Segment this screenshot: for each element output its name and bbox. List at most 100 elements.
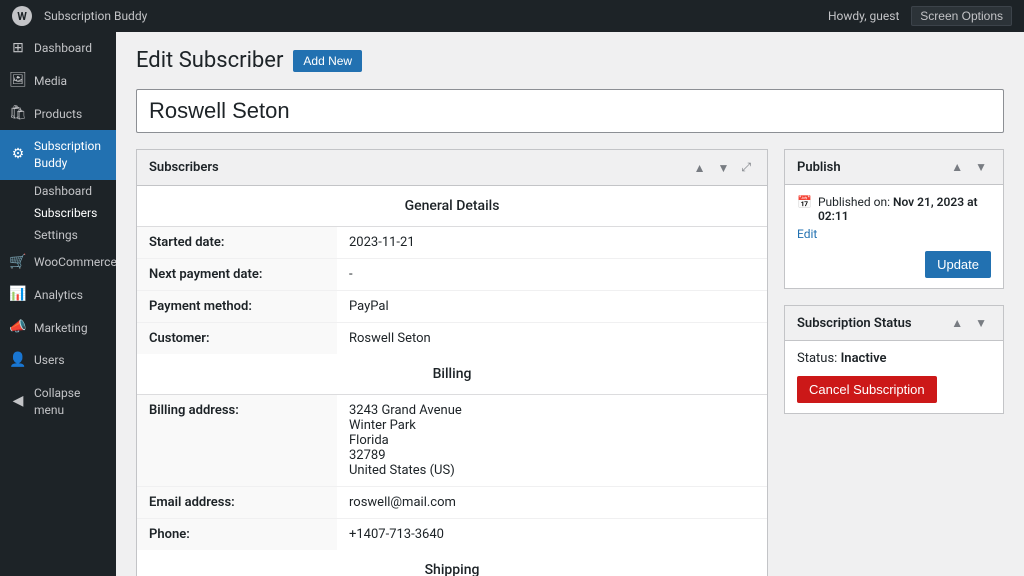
- field-label: Payment method:: [137, 291, 337, 323]
- table-row: Billing address: 3243 Grand AvenueWinter…: [137, 395, 767, 487]
- metabox-body: General Details Started date: 2023-11-21…: [137, 186, 767, 576]
- billing-table: Billing address: 3243 Grand AvenueWinter…: [137, 395, 767, 550]
- sidebar-label-collapse: Collapse menu: [34, 385, 106, 419]
- sidebar-sub-subscribers[interactable]: Subscribers: [0, 202, 116, 224]
- sidebar-label-subscription-buddy: Subscription Buddy: [34, 138, 106, 172]
- content-main: Subscribers ▲ ▼ ⤢ General Details Starte…: [136, 149, 768, 576]
- subscription-status-box: Subscription Status ▲ ▼ Status: Inactive…: [784, 305, 1004, 414]
- sidebar-item-users[interactable]: 👤 Users: [0, 344, 116, 377]
- sidebar-label-woocommerce: WooCommerce: [34, 254, 116, 271]
- sidebar-item-collapse[interactable]: ◀ Collapse menu: [0, 377, 116, 427]
- screen-options-button[interactable]: Screen Options: [911, 6, 1012, 26]
- sidebar-label-dashboard: Dashboard: [34, 40, 92, 57]
- metabox-up-button[interactable]: ▲: [690, 158, 710, 177]
- sidebar-item-media[interactable]: 🖼 Media: [0, 65, 116, 98]
- publish-box: Publish ▲ ▼ 📅 Published on: Nov 21, 2023…: [784, 149, 1004, 289]
- field-value: roswell@mail.com: [337, 487, 767, 519]
- sidebar-item-products[interactable]: 🛍 Products: [0, 98, 116, 131]
- subscription-buddy-icon: ⚙: [10, 147, 26, 163]
- subscriber-name-input[interactable]: [136, 89, 1004, 133]
- main-content: Edit Subscriber Add New Subscribers ▲ ▼ …: [116, 32, 1024, 576]
- table-row: Phone: +1407-713-3640: [137, 519, 767, 551]
- table-row: Email address: roswell@mail.com: [137, 487, 767, 519]
- collapse-icon: ◀: [10, 394, 26, 410]
- sidebar-label-products: Products: [34, 106, 82, 123]
- billing-header: Billing: [137, 354, 767, 395]
- analytics-icon: 📊: [10, 287, 26, 303]
- calendar-icon: 📅: [797, 195, 812, 209]
- update-button[interactable]: Update: [925, 251, 991, 278]
- edit-link[interactable]: Edit: [797, 227, 991, 241]
- status-text: Status: Inactive: [797, 351, 991, 366]
- status-label: Status:: [797, 351, 837, 366]
- general-details-header: General Details: [137, 186, 767, 227]
- woocommerce-icon: 🛒: [10, 254, 26, 270]
- field-label: Email address:: [137, 487, 337, 519]
- metabox-controls: ▲ ▼ ⤢: [690, 158, 755, 177]
- sidebar-item-marketing[interactable]: 📣 Marketing: [0, 312, 116, 345]
- status-up-button[interactable]: ▲: [947, 314, 967, 332]
- table-row: Payment method: PayPal: [137, 291, 767, 323]
- users-icon: 👤: [10, 353, 26, 369]
- page-title: Edit Subscriber: [136, 48, 283, 73]
- field-label: Phone:: [137, 519, 337, 551]
- content-grid: Subscribers ▲ ▼ ⤢ General Details Starte…: [136, 149, 1004, 576]
- status-title: Subscription Status: [797, 316, 912, 331]
- publish-title: Publish: [797, 160, 841, 175]
- published-text: Published on: Nov 21, 2023 at 02:11: [818, 195, 991, 223]
- publish-info: 📅 Published on: Nov 21, 2023 at 02:11: [797, 195, 991, 223]
- wp-logo-icon: W: [12, 6, 32, 26]
- metabox-title: Subscribers: [149, 160, 219, 175]
- field-value: +1407-713-3640: [337, 519, 767, 551]
- page-header: Edit Subscriber Add New: [136, 48, 1004, 73]
- sidebar-item-dashboard[interactable]: ⊞ Dashboard: [0, 32, 116, 65]
- status-down-button[interactable]: ▼: [971, 314, 991, 332]
- general-details-table: Started date: 2023-11-21 Next payment da…: [137, 227, 767, 354]
- field-value: 3243 Grand AvenueWinter ParkFlorida32789…: [337, 395, 767, 487]
- dashboard-icon: ⊞: [10, 40, 26, 56]
- field-value: PayPal: [337, 291, 767, 323]
- sidebar-sub-dashboard[interactable]: Dashboard: [0, 180, 116, 202]
- metabox-header: Subscribers ▲ ▼ ⤢: [137, 150, 767, 186]
- table-row: Started date: 2023-11-21: [137, 227, 767, 259]
- table-row: Next payment date: -: [137, 259, 767, 291]
- status-controls: ▲ ▼: [947, 314, 991, 332]
- status-header: Subscription Status ▲ ▼: [785, 306, 1003, 341]
- howdy-text: Howdy, guest: [828, 9, 899, 23]
- field-label: Started date:: [137, 227, 337, 259]
- field-label: Next payment date:: [137, 259, 337, 291]
- content-side: Publish ▲ ▼ 📅 Published on: Nov 21, 2023…: [784, 149, 1004, 576]
- sidebar-item-subscription-buddy[interactable]: ⚙ Subscription Buddy: [0, 130, 116, 180]
- sidebar-item-woocommerce[interactable]: 🛒 WooCommerce: [0, 246, 116, 279]
- media-icon: 🖼: [10, 73, 26, 89]
- sidebar-label-media: Media: [34, 73, 67, 90]
- table-row: Customer: Roswell Seton: [137, 323, 767, 355]
- add-new-button[interactable]: Add New: [293, 50, 362, 72]
- subscribers-metabox: Subscribers ▲ ▼ ⤢ General Details Starte…: [136, 149, 768, 576]
- field-value: Roswell Seton: [337, 323, 767, 355]
- metabox-expand-button[interactable]: ⤢: [737, 158, 755, 177]
- sidebar-label-marketing: Marketing: [34, 320, 88, 337]
- sidebar-label-users: Users: [34, 352, 65, 369]
- publish-body: 📅 Published on: Nov 21, 2023 at 02:11 Ed…: [785, 185, 1003, 288]
- publish-header: Publish ▲ ▼: [785, 150, 1003, 185]
- sidebar-item-analytics[interactable]: 📊 Analytics: [0, 279, 116, 312]
- metabox-down-button[interactable]: ▼: [714, 158, 734, 177]
- cancel-subscription-button[interactable]: Cancel Subscription: [797, 376, 937, 403]
- sidebar-sub-settings[interactable]: Settings: [0, 224, 116, 246]
- publish-down-button[interactable]: ▼: [971, 158, 991, 176]
- field-value: 2023-11-21: [337, 227, 767, 259]
- field-value: -: [337, 259, 767, 291]
- site-name: Subscription Buddy: [44, 9, 147, 23]
- top-bar: W Subscription Buddy Howdy, guest Screen…: [0, 0, 1024, 32]
- status-value: Inactive: [841, 351, 887, 366]
- top-bar-right: Howdy, guest Screen Options: [828, 6, 1012, 26]
- sidebar: ⊞ Dashboard 🖼 Media 🛍 Products ⚙ Subscri…: [0, 32, 116, 576]
- field-label: Billing address:: [137, 395, 337, 487]
- shipping-header: Shipping: [137, 550, 767, 576]
- publish-controls: ▲ ▼: [947, 158, 991, 176]
- publish-up-button[interactable]: ▲: [947, 158, 967, 176]
- top-bar-left: W Subscription Buddy: [12, 6, 147, 26]
- products-icon: 🛍: [10, 106, 26, 122]
- field-label: Customer:: [137, 323, 337, 355]
